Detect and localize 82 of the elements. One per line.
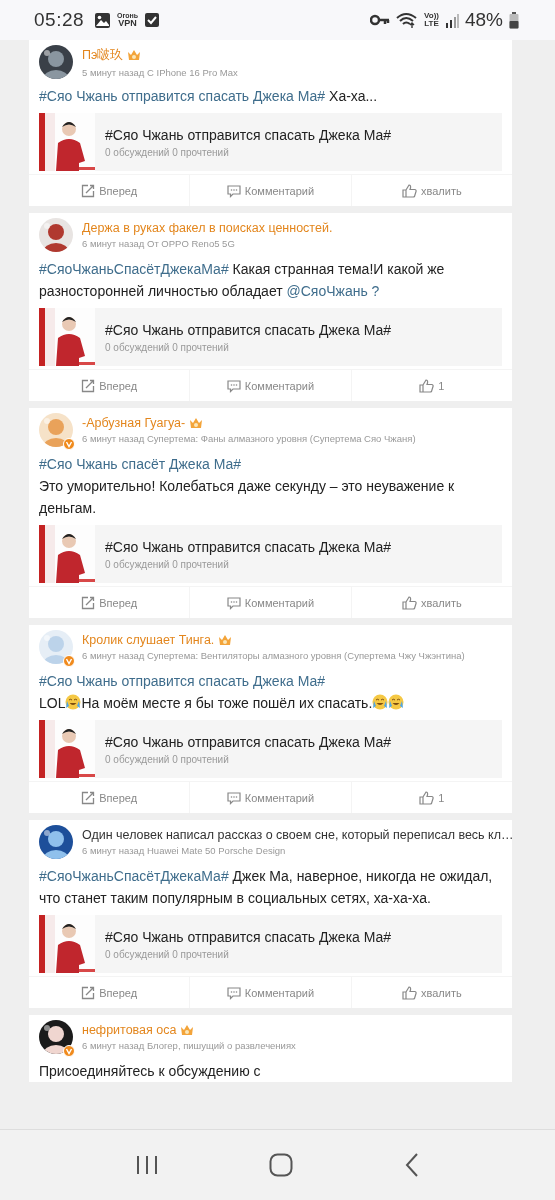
thumbs-up-icon bbox=[402, 595, 417, 610]
topic-title: #Сяо Чжань отправится спасать Джека Ма# bbox=[105, 733, 392, 750]
home-icon[interactable] bbox=[269, 1153, 294, 1177]
like-button[interactable]: 1 bbox=[350, 370, 512, 401]
topic-title: #Сяо Чжань отправится спасать Джека Ма# bbox=[105, 538, 392, 555]
back-icon[interactable] bbox=[405, 1153, 420, 1177]
comment-button[interactable]: Комментарий bbox=[189, 977, 351, 1008]
topic-card[interactable]: #Сяо Чжань отправится спасать Джека Ма# 0 обсуждений 0 прочтений bbox=[39, 915, 502, 973]
post-text: Присоединяйтесь к обсуждению с bbox=[39, 1062, 262, 1081]
comment-button[interactable]: Комментарий bbox=[189, 782, 351, 813]
user-name[interactable]: Пэ啵玖 bbox=[82, 46, 124, 64]
topic-card[interactable]: #Сяо Чжань отправится спасать Джека Ма# 0 обсуждений 0 прочтений bbox=[39, 525, 502, 583]
topic-title: #Сяо Чжань отправится спасать Джека Ма# bbox=[105, 928, 392, 945]
battery-percent: 48% bbox=[464, 9, 503, 31]
post-text: #Сяо Чжань отправится спасать Джека Ма# Ха-ха... bbox=[39, 87, 379, 106]
recent-apps-icon[interactable] bbox=[135, 1155, 158, 1175]
share-icon bbox=[81, 378, 96, 393]
forward-button[interactable]: Вперед bbox=[29, 370, 190, 401]
comment-icon bbox=[226, 985, 241, 1000]
post-meta: 6 минут назад От OPPO Reno5 5G bbox=[82, 238, 236, 249]
post-text: #СяоЧжаньСпасётДжекаМа# Какая странная тема!И какой же разносторонней личностью обладает @СяоЧжань ? bbox=[39, 260, 446, 301]
share-icon bbox=[81, 790, 96, 805]
forward-button[interactable]: Вперед bbox=[29, 782, 190, 813]
thumbs-up-icon bbox=[419, 790, 435, 805]
post-text: Это уморительно! Колебаться даже секунду – это неуважение к деньгам. bbox=[39, 477, 456, 518]
user-name[interactable]: Один человек написал рассказ о своем сне, который переписал весь кл… bbox=[82, 828, 514, 842]
battery-icon bbox=[509, 11, 519, 29]
signal-icon bbox=[444, 12, 459, 28]
post-meta: 6 минут назад Блогер, пишущий о развлечениях bbox=[82, 1040, 296, 1051]
topic-stats: 0 обсуждений 0 прочтений bbox=[105, 558, 230, 570]
post-text: #Сяо Чжань спасёт Джека Ма# bbox=[39, 455, 243, 474]
user-name[interactable]: нефритовая оса bbox=[82, 1023, 177, 1037]
volte-label: Vo)) bbox=[424, 12, 439, 20]
user-name[interactable]: -Арбузная Гуагуа- bbox=[82, 416, 186, 430]
user-name[interactable]: Держа в руках факел в поисках ценностей. bbox=[82, 221, 333, 235]
post-text: #Сяо Чжань отправится спасать Джека Ма# bbox=[39, 672, 327, 691]
wifi-icon bbox=[396, 11, 418, 29]
vpn-label: VPN bbox=[118, 19, 137, 28]
topic-card[interactable]: #Сяо Чжань отправится спасать Джека Ма# 0 обсуждений 0 прочтений bbox=[39, 720, 502, 778]
forward-button[interactable]: Вперед bbox=[29, 587, 190, 618]
post-text: #СяоЧжаньСпасётДжекаМа# Джек Ма, наверное, никогда не ожидал, что станет таким популярным в социальных сетях, ха-ха-ха. bbox=[39, 867, 494, 908]
image-icon bbox=[94, 11, 112, 29]
post-text: LOL На моём месте я бы тоже пошёл их спасать. bbox=[39, 692, 502, 714]
share-icon bbox=[81, 985, 96, 1000]
comment-icon bbox=[226, 790, 241, 805]
comment-icon bbox=[226, 183, 241, 198]
topic-title: #Сяо Чжань отправится спасать Джека Ма# bbox=[105, 126, 392, 143]
like-button[interactable]: хвалить bbox=[350, 175, 512, 206]
post-meta: 5 минут назад С IPhone 16 Pro Max bbox=[82, 66, 238, 78]
laughing-face-icon bbox=[65, 694, 82, 710]
topic-card[interactable]: #Сяо Чжань отправится спасать Джека Ма# 0 обсуждений 0 прочтений bbox=[39, 308, 502, 366]
thumbs-up-icon bbox=[402, 183, 417, 198]
forward-button[interactable]: Вперед bbox=[29, 977, 190, 1008]
share-icon bbox=[81, 595, 96, 610]
thumbs-up-icon bbox=[402, 985, 417, 1000]
like-button[interactable]: хвалить bbox=[350, 977, 512, 1008]
like-button[interactable]: хвалить bbox=[350, 587, 512, 618]
volte-label: LTE bbox=[424, 20, 439, 28]
key-icon bbox=[370, 14, 390, 26]
laughing-face-icon bbox=[372, 694, 389, 710]
checkbox-icon bbox=[144, 12, 161, 28]
post-meta: 6 минут назад Huawei Mate 50 Porsche Design bbox=[82, 845, 287, 856]
user-name[interactable]: Кролик слушает Тинга. bbox=[82, 633, 215, 647]
comment-button[interactable]: Комментарий bbox=[189, 370, 351, 401]
like-button[interactable]: 1 bbox=[350, 782, 512, 813]
comment-button[interactable]: Комментарий bbox=[189, 175, 351, 206]
topic-stats: 0 обсуждений 0 прочтений bbox=[105, 341, 230, 353]
topic-stats: 0 обсуждений 0 прочтений bbox=[105, 146, 230, 158]
topic-stats: 0 обсуждений 0 прочтений bbox=[105, 948, 230, 960]
thumbs-up-icon bbox=[419, 378, 435, 393]
post-meta: 6 минут назад Супертема: Фаны алмазного уровня (Супертема Сяо Чжаня) bbox=[82, 433, 416, 444]
clock: 05:28 bbox=[34, 9, 85, 31]
topic-title: #Сяо Чжань отправится спасать Джека Ма# bbox=[105, 321, 392, 338]
laughing-face-icon bbox=[388, 694, 405, 710]
share-icon bbox=[81, 183, 96, 198]
post-meta: 6 минут назад Супертема: Вентиляторы алмазного уровня (Супертема Чжу Чжэнтина) bbox=[82, 650, 465, 661]
comment-icon bbox=[226, 595, 241, 610]
forward-button[interactable]: Вперед bbox=[29, 175, 190, 206]
comment-icon bbox=[226, 378, 241, 393]
topic-stats: 0 обсуждений 0 прочтений bbox=[105, 753, 230, 765]
topic-card[interactable]: #Сяо Чжань отправится спасать Джека Ма# 0 обсуждений 0 прочтений bbox=[39, 113, 502, 171]
comment-button[interactable]: Комментарий bbox=[189, 587, 351, 618]
